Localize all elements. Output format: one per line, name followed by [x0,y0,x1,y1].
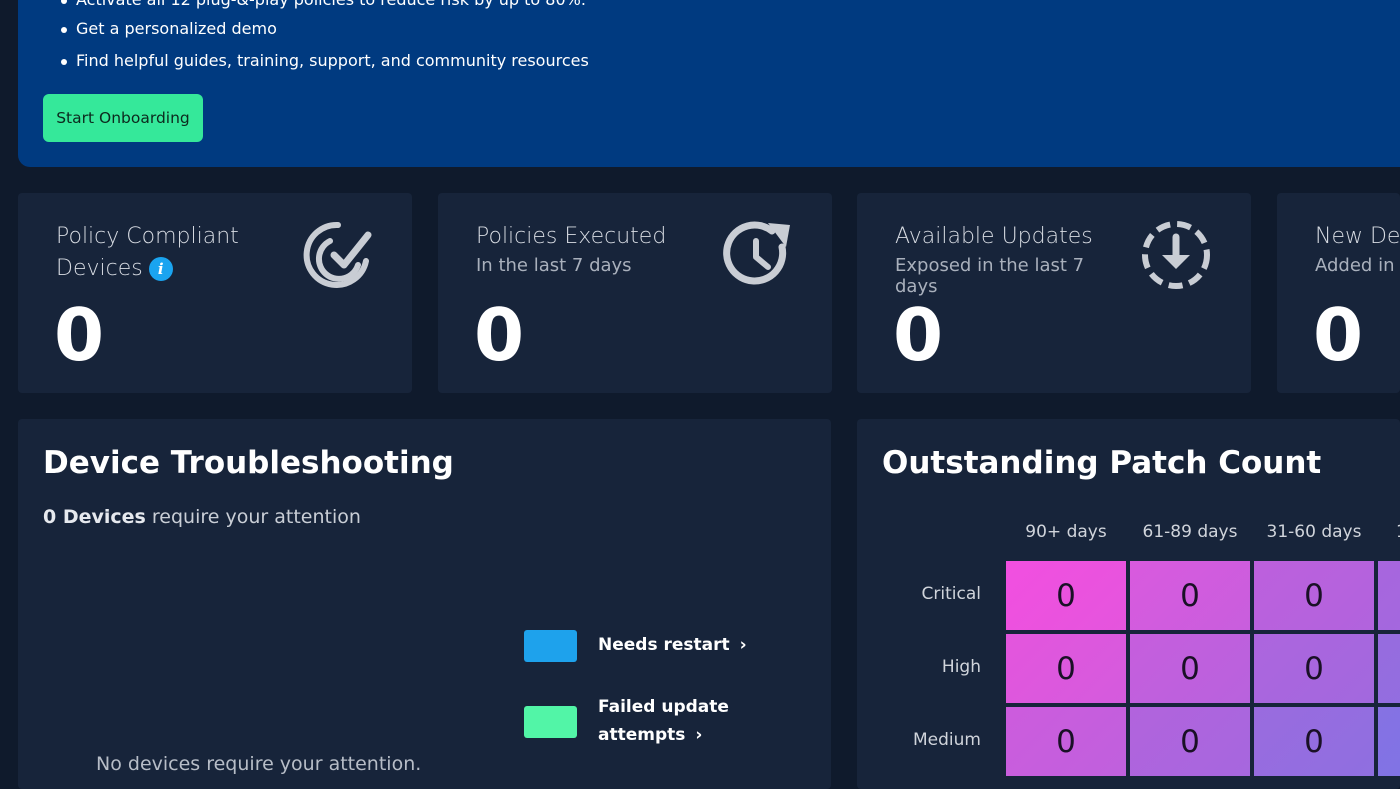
stat-card-subtitle: In the last 7 days [476,255,632,276]
patch-cell[interactable]: 0 [1006,707,1126,776]
panel-title: Device Troubleshooting [43,445,454,481]
outstanding-patch-count-panel: Outstanding Patch Count 90+ days 61-89 d… [857,419,1400,789]
needs-restart-swatch [524,630,577,662]
failed-update-swatch [524,706,577,738]
stat-card-subtitle: Exposed in the last 7 days [895,255,1085,297]
stat-card-subtitle: Added in the last 7 days [1315,255,1400,276]
stat-card-value: 0 [893,293,944,377]
column-header-61-89: 61-89 days [1142,522,1238,542]
patch-cell[interactable]: 0 [1378,707,1400,776]
onboarding-bullet: Activate all 12 plug-&-play policies to … [61,0,586,9]
stat-card-policy-compliant[interactable]: Policy Compliant Devices i 0 [18,193,412,393]
empty-state-message: No devices require your attention. [96,753,422,775]
stat-card-new-devices[interactable]: New Devices Added in the last 7 days 0 [1277,193,1400,393]
double-check-circle-icon [303,221,372,288]
download-circle-icon [1142,221,1210,289]
row-header-high: High [941,657,981,677]
stat-card-available-updates[interactable]: Available Updates Exposed in the last 7 … [857,193,1251,393]
needs-restart-link[interactable]: Needs restart › [598,631,747,659]
panel-title: Outstanding Patch Count [882,445,1322,481]
chevron-right-icon: › [695,725,703,745]
onboarding-bullet: Get a personalized demo [61,19,277,38]
onboarding-bullet: Find helpful guides, training, support, … [61,51,589,70]
patch-cell[interactable]: 0 [1006,561,1126,630]
onboarding-banner: Activate all 12 plug-&-play policies to … [18,0,1400,167]
stat-card-title: New Devices [1315,224,1400,249]
patch-cell[interactable]: 0 [1378,561,1400,630]
chevron-right-icon: › [739,635,747,655]
attention-count: 0 Devices [43,506,146,528]
row-header-critical: Critical [921,584,981,604]
start-onboarding-button[interactable]: Start Onboarding [43,94,203,142]
patch-cell[interactable]: 0 [1254,707,1374,776]
attention-text: require your attention [145,506,361,528]
stat-card-value: 0 [54,293,105,377]
info-icon[interactable]: i [148,257,173,281]
patch-cell[interactable]: 0 [1006,634,1126,703]
patch-cell[interactable]: 0 [1130,634,1250,703]
device-troubleshooting-panel: Device Troubleshooting 0 Devices require… [18,419,831,789]
stat-card-value: 0 [474,293,525,377]
column-header-90-plus: 90+ days [1025,522,1107,542]
stat-card-title: Available Updates [895,224,1093,249]
patch-cell[interactable]: 0 [1378,634,1400,703]
stat-card-title: Policies Executed [476,224,667,249]
row-header-medium: Medium [913,730,981,750]
patch-cell[interactable]: 0 [1130,561,1250,630]
dashboard-page: Activate all 12 plug-&-play policies to … [0,0,1400,789]
attention-summary: 0 Devices require your attention [43,506,361,528]
stat-card-title: Policy Compliant Devices i [56,224,239,281]
patch-cell[interactable]: 0 [1254,634,1374,703]
failed-update-link[interactable]: Failed update attempts › [598,693,748,749]
stat-card-value: 0 [1313,293,1364,377]
column-header-1-30: 1-30 days [1378,522,1400,542]
patch-cell[interactable]: 0 [1130,707,1250,776]
patch-cell[interactable]: 0 [1254,561,1374,630]
column-header-31-60: 31-60 days [1266,522,1362,542]
stat-card-policies-executed[interactable]: Policies Executed In the last 7 days 0 [438,193,832,393]
clock-refresh-icon [723,221,790,285]
